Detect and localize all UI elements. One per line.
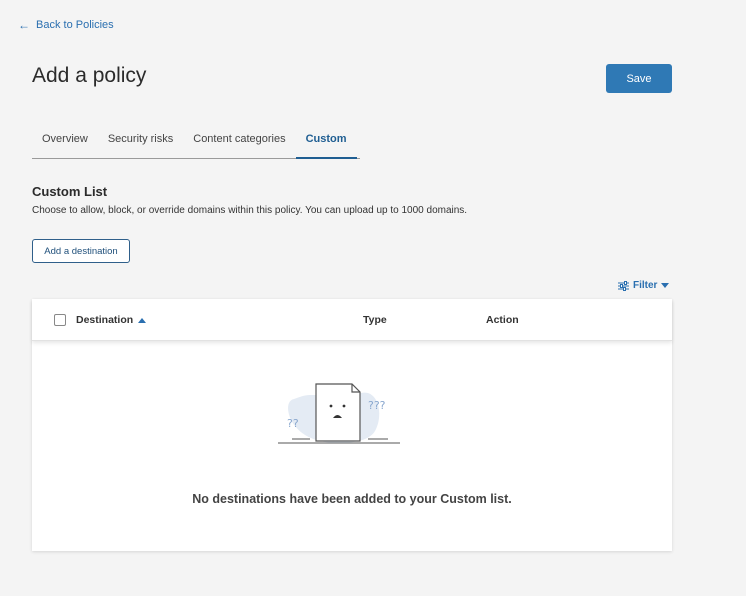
column-destination-label: Destination (76, 314, 134, 326)
table-header: Destination Type Action (32, 299, 672, 341)
filter-label: Filter (633, 280, 658, 291)
svg-text:???: ??? (368, 399, 386, 412)
section-title: Custom List (32, 184, 108, 199)
arrow-left-icon: ← (18, 18, 30, 32)
page-title: Add a policy (32, 64, 147, 87)
sort-ascending-icon (138, 317, 147, 323)
section-description: Choose to allow, block, or override doma… (32, 205, 468, 216)
back-link-label: Back to Policies (36, 19, 114, 31)
column-header-type[interactable]: Type (363, 314, 387, 326)
tab-security-risks[interactable]: Security risks (98, 128, 183, 157)
empty-state-message: No destinations have been added to your … (192, 492, 512, 506)
sliders-icon (618, 280, 629, 291)
svg-text:??: ?? (287, 417, 299, 430)
tab-custom[interactable]: Custom (295, 128, 357, 159)
back-to-policies-link[interactable]: ← Back to Policies (18, 19, 114, 31)
column-header-action[interactable]: Action (486, 314, 519, 326)
filter-button[interactable]: Filter (618, 280, 670, 291)
policy-tabs: Overview Security risks Content categori… (32, 128, 360, 159)
tab-content-categories[interactable]: Content categories (183, 128, 295, 157)
save-button[interactable]: Save (606, 64, 672, 93)
empty-document-illustration: ?? ??? (278, 383, 400, 444)
add-destination-button[interactable]: Add a destination (32, 239, 130, 263)
caret-down-icon (661, 283, 670, 288)
tab-overview[interactable]: Overview (32, 128, 98, 157)
custom-list-table: Destination Type Action ?? ??? No destin… (32, 299, 672, 551)
select-all-checkbox[interactable] (54, 314, 66, 326)
column-header-destination[interactable]: Destination (76, 314, 147, 326)
